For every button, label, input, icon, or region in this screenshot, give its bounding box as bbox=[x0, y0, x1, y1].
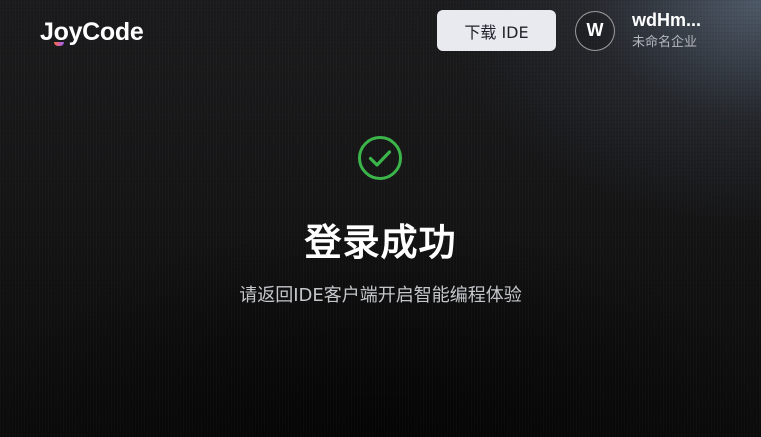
user-organization: 未命名企业 bbox=[632, 35, 698, 50]
success-title: 登录成功 bbox=[304, 221, 457, 264]
user-profile[interactable]: W wdHm... 未命名企业 bbox=[575, 9, 701, 52]
avatar[interactable]: W bbox=[575, 10, 615, 51]
user-name: wdHm... bbox=[632, 10, 702, 30]
success-message: 请返回IDE客户端开启智能编程体验 bbox=[239, 285, 522, 306]
user-info: wdHm... 未命名企业 bbox=[632, 9, 701, 52]
check-circle-icon bbox=[358, 136, 402, 180]
download-ide-button[interactable]: 下载 IDE bbox=[437, 10, 556, 51]
joycode-logo[interactable]: JoyCode bbox=[40, 14, 144, 50]
